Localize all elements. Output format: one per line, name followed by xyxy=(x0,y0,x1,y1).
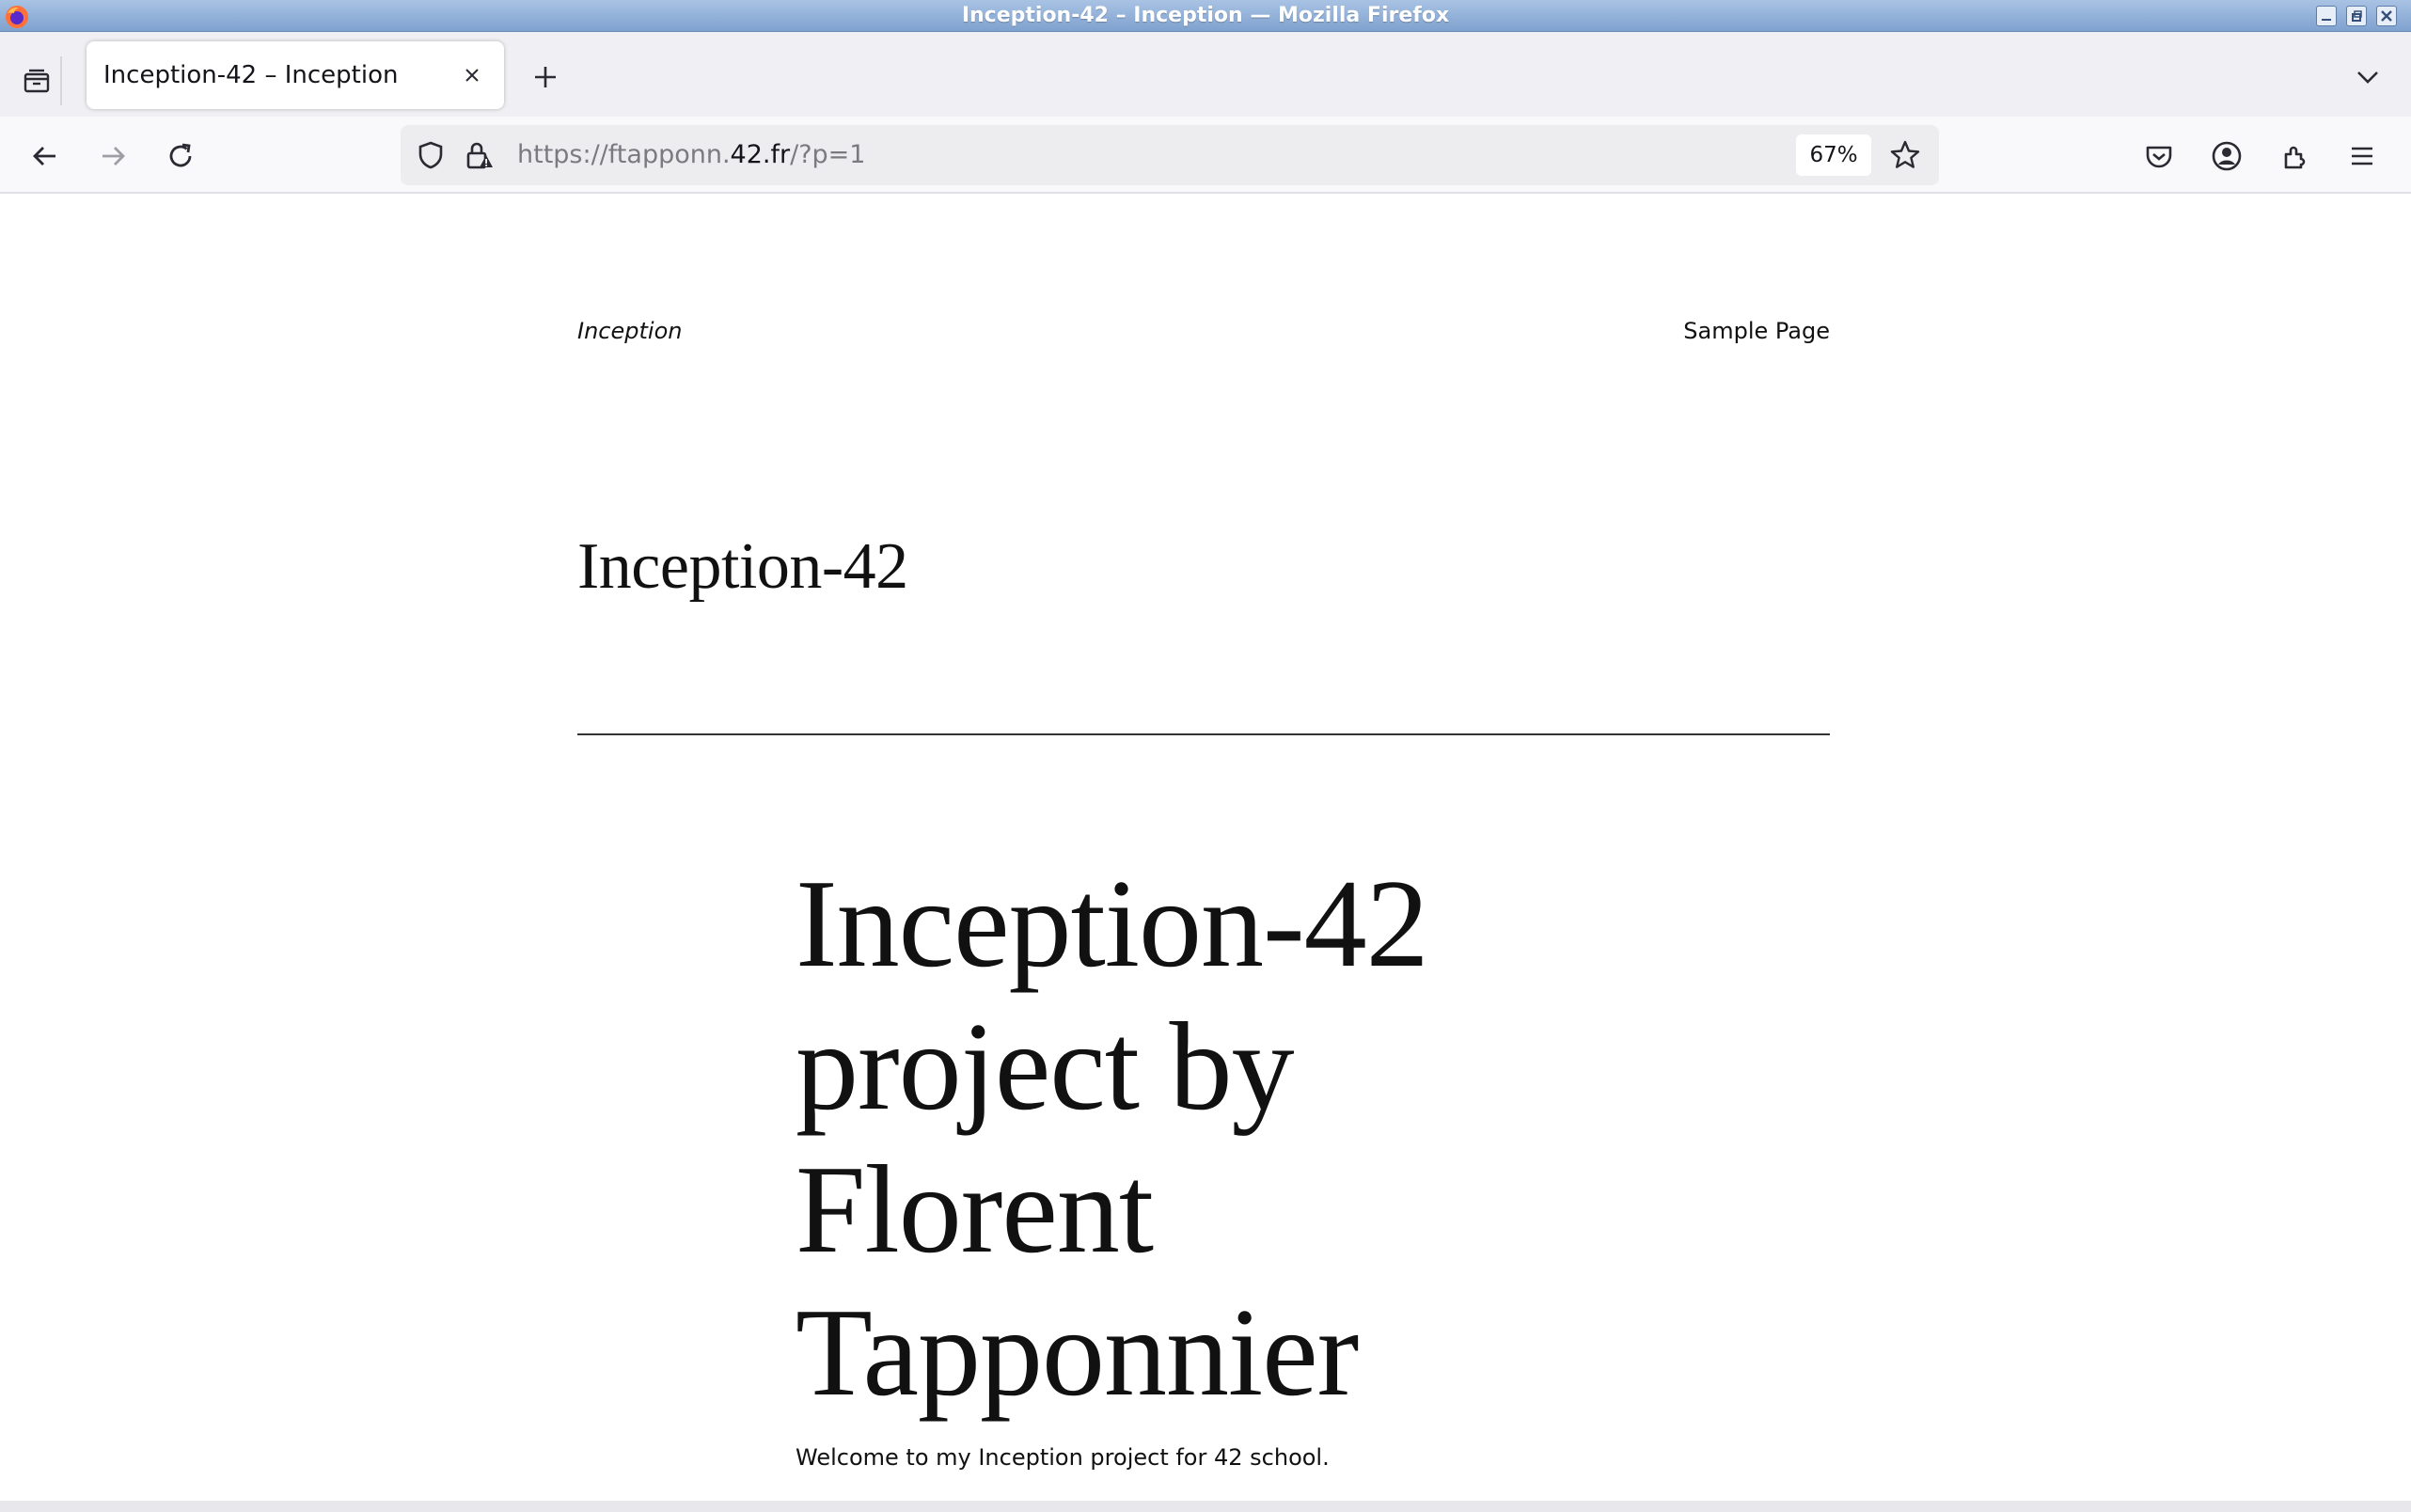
url-bar[interactable]: https://ftapponn.42.fr/?p=1 67% xyxy=(401,125,1939,185)
tab-list-icon xyxy=(24,69,50,93)
navigation-toolbar: https://ftapponn.42.fr/?p=1 67% xyxy=(0,117,2411,194)
web-page: Inception Sample Page Inception-42 Incep… xyxy=(0,194,2411,1501)
url-text[interactable]: https://ftapponn.42.fr/?p=1 xyxy=(517,125,865,185)
close-icon xyxy=(2381,10,2392,22)
post-title: Inception-42 project by Florent Tapponni… xyxy=(796,854,1429,1422)
pocket-icon xyxy=(2146,146,2172,168)
arrow-left-icon xyxy=(33,147,55,165)
blog-title: Inception-42 xyxy=(577,530,908,603)
hamburger-menu-icon xyxy=(2352,147,2372,165)
tracking-protection-button[interactable] xyxy=(414,138,448,172)
post-body: Welcome to my Inception project for 42 s… xyxy=(796,1444,1330,1471)
reload-button[interactable] xyxy=(156,132,205,181)
minimize-icon xyxy=(2322,19,2331,21)
window-close-button[interactable] xyxy=(2376,6,2397,26)
nav-link-sample-page[interactable]: Sample Page xyxy=(1683,318,1830,344)
bookmark-star-button[interactable] xyxy=(1886,136,1924,174)
plus-icon xyxy=(535,67,556,87)
lock-warning-icon xyxy=(466,142,493,169)
tab-active[interactable]: Inception-42 – Inception xyxy=(87,41,504,109)
url-host: 42.fr xyxy=(730,140,791,169)
url-suffix: /?p=1 xyxy=(790,140,866,169)
zoom-reset-button[interactable]: 67% xyxy=(1796,134,1871,176)
site-title-link[interactable]: Inception xyxy=(577,318,682,344)
extensions-button[interactable] xyxy=(2270,132,2319,181)
star-icon xyxy=(1890,140,1920,168)
site-info-button[interactable] xyxy=(463,138,496,172)
tab-strip: Inception-42 – Inception xyxy=(0,32,2411,117)
window-title: Inception-42 – Inception — Mozilla Firef… xyxy=(961,4,1450,27)
bottom-scroll-strip xyxy=(0,1501,2411,1512)
chevron-down-icon xyxy=(2357,71,2378,84)
list-all-tabs-button[interactable] xyxy=(2345,55,2390,100)
new-tab-button[interactable] xyxy=(523,55,568,100)
window-title-bar: Inception-42 – Inception — Mozilla Firef… xyxy=(0,0,2411,32)
minimize-button[interactable] xyxy=(2316,6,2337,26)
back-button[interactable] xyxy=(21,132,70,181)
extensions-icon xyxy=(2284,146,2306,169)
tab-label: Inception-42 – Inception xyxy=(103,61,399,89)
account-icon xyxy=(2212,141,2242,171)
account-button[interactable] xyxy=(2202,132,2251,181)
close-icon xyxy=(465,69,479,82)
separator-line xyxy=(577,733,1830,735)
forward-button[interactable] xyxy=(88,132,137,181)
tab-close-button[interactable] xyxy=(457,60,487,90)
tab-list-button[interactable] xyxy=(13,56,62,105)
maximize-button[interactable] xyxy=(2346,6,2367,26)
app-menu-button[interactable] xyxy=(2338,132,2387,181)
shield-icon xyxy=(418,141,443,169)
arrow-right-icon xyxy=(102,147,125,165)
reload-icon xyxy=(169,143,192,167)
url-prefix: https://ftapponn. xyxy=(517,140,731,169)
pocket-button[interactable] xyxy=(2135,132,2183,181)
restore-icon xyxy=(2352,10,2362,22)
